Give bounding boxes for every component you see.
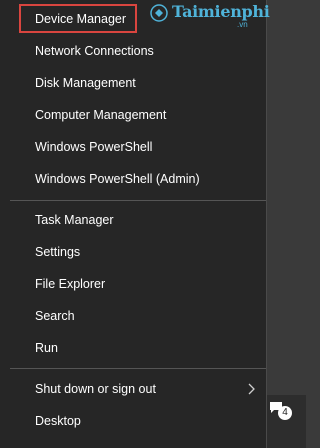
menu-item-windows-powershell[interactable]: Windows PowerShell xyxy=(0,132,266,162)
menu-item-shut-down-or-sign-out[interactable]: Shut down or sign out xyxy=(0,374,266,404)
watermark-text: Taimienphi xyxy=(172,2,270,21)
menu-item-label: Shut down or sign out xyxy=(35,382,156,396)
notification-count-badge: 4 xyxy=(278,406,292,420)
menu-item-file-explorer[interactable]: File Explorer xyxy=(0,269,266,299)
menu-item-task-manager[interactable]: Task Manager xyxy=(0,205,266,235)
menu-item-desktop[interactable]: Desktop xyxy=(0,406,266,436)
menu-separator xyxy=(10,200,266,201)
menu-separator xyxy=(10,368,266,369)
watermark-domain: .vn xyxy=(237,20,248,29)
menu-item-computer-management[interactable]: Computer Management xyxy=(0,100,266,130)
menu-item-disk-management[interactable]: Disk Management xyxy=(0,68,266,98)
watermark-logo: Taimienphi .vn xyxy=(142,2,272,34)
winx-context-menu: Device Manager Network Connections Disk … xyxy=(0,0,270,448)
menu-item-search[interactable]: Search xyxy=(0,301,266,331)
menu-item-windows-powershell-admin[interactable]: Windows PowerShell (Admin) xyxy=(0,164,266,194)
menu-item-network-connections[interactable]: Network Connections xyxy=(0,36,266,66)
watermark-emblem-icon xyxy=(150,4,168,22)
highlight-box xyxy=(19,4,137,33)
menu-item-run[interactable]: Run xyxy=(0,333,266,363)
menu-item-settings[interactable]: Settings xyxy=(0,237,266,267)
